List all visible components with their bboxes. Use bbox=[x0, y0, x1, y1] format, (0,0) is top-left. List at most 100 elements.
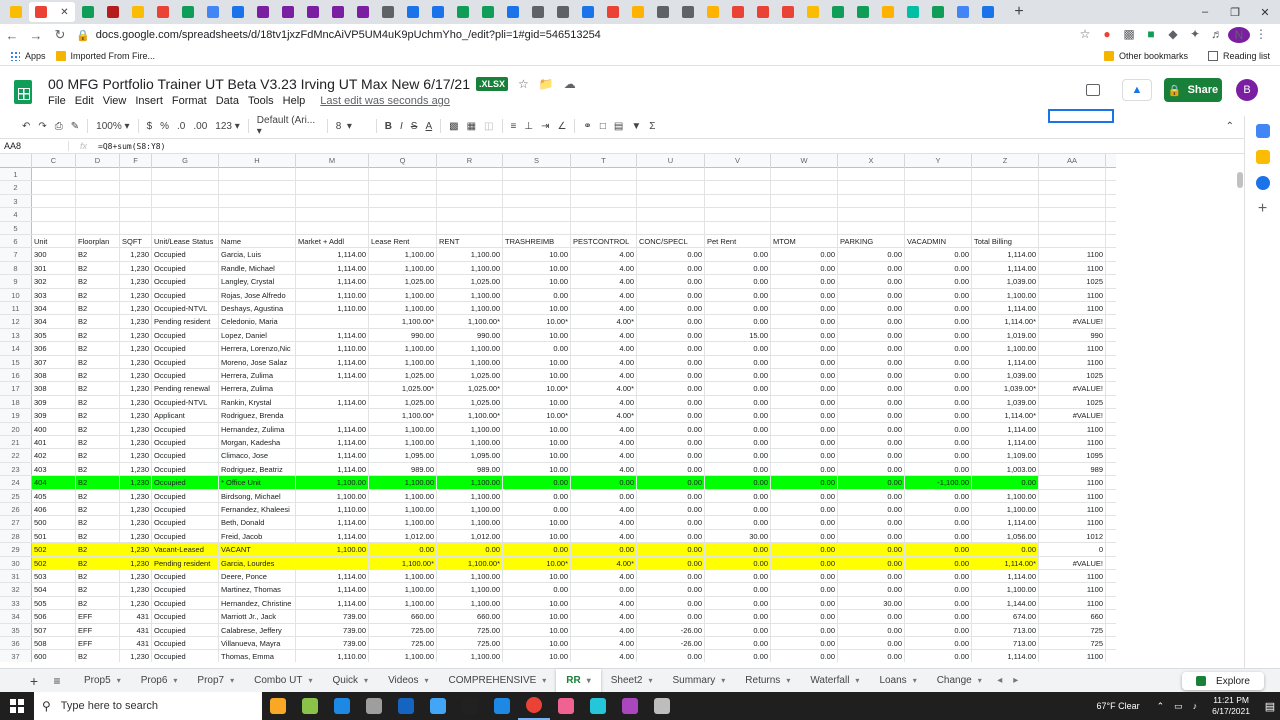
browser-tab[interactable] bbox=[101, 2, 125, 22]
cell-x30[interactable]: 0.00 bbox=[838, 556, 905, 569]
cell-d9[interactable]: B2 bbox=[76, 275, 120, 288]
cell-q4[interactable] bbox=[369, 208, 437, 221]
cell-s32[interactable]: 0.00 bbox=[503, 583, 571, 596]
cell-h9[interactable]: Langley, Crystal bbox=[219, 275, 296, 288]
cell-r36[interactable]: 725.00 bbox=[437, 637, 503, 650]
caret-down-icon[interactable]: ▾ bbox=[786, 676, 790, 685]
cell-r19[interactable]: 1,100.00* bbox=[437, 409, 503, 422]
cell-f35[interactable]: 431 bbox=[120, 623, 152, 636]
cell-aa28[interactable]: 1012 bbox=[1039, 529, 1106, 543]
cell-c3[interactable] bbox=[32, 194, 76, 208]
cell-u4[interactable] bbox=[637, 208, 705, 221]
cell-x7[interactable]: 0.00 bbox=[838, 248, 905, 261]
cell-c18[interactable]: 309 bbox=[32, 395, 76, 409]
cell-g28[interactable]: Occupied bbox=[152, 529, 219, 543]
cell-x6[interactable]: PARKING bbox=[838, 235, 905, 248]
cell-q33[interactable]: 1,100.00 bbox=[369, 596, 437, 610]
cell-m21[interactable]: 1,114.00 bbox=[296, 436, 369, 449]
row-header[interactable]: 23 bbox=[0, 462, 32, 476]
cell-z21[interactable]: 1,114.00 bbox=[972, 436, 1039, 449]
cell-m25[interactable]: 1,100.00 bbox=[296, 489, 369, 502]
cell-y34[interactable]: 0.00 bbox=[905, 610, 972, 623]
cell-aa6[interactable] bbox=[1039, 235, 1106, 248]
cell-z31[interactable]: 1,114.00 bbox=[972, 570, 1039, 583]
cell-y1[interactable] bbox=[905, 168, 972, 181]
row-header[interactable]: 35 bbox=[0, 623, 32, 636]
vertical-scrollbar[interactable] bbox=[1236, 168, 1244, 662]
browser-tab[interactable] bbox=[501, 2, 525, 22]
cell-h23[interactable]: Rodriguez, Beatriz bbox=[219, 462, 296, 476]
cell-g2[interactable] bbox=[152, 181, 219, 194]
cell-f21[interactable]: 1,230 bbox=[120, 436, 152, 449]
font-select[interactable]: Default (Ari... ▾ bbox=[257, 115, 319, 137]
cell-d11[interactable]: B2 bbox=[76, 302, 120, 315]
add-sheet-icon[interactable]: + bbox=[22, 673, 46, 689]
url-field[interactable]: 🔒 docs.google.com/spreadsheets/d/18tv1jx… bbox=[76, 29, 1074, 42]
cell-w25[interactable]: 0.00 bbox=[771, 489, 838, 502]
row-header[interactable]: 33 bbox=[0, 596, 32, 610]
row-header[interactable]: 34 bbox=[0, 610, 32, 623]
browser-tab[interactable] bbox=[751, 2, 775, 22]
cell-h27[interactable]: Beth, Donald bbox=[219, 516, 296, 529]
cell-u22[interactable]: 0.00 bbox=[637, 449, 705, 462]
cell-q5[interactable] bbox=[369, 221, 437, 234]
filter-icon[interactable]: ▼ bbox=[631, 121, 641, 132]
sheet-tab-change[interactable]: Change ▾ bbox=[927, 669, 992, 693]
cell-y31[interactable]: 0.00 bbox=[905, 570, 972, 583]
cell-t36[interactable]: 4.00 bbox=[571, 637, 637, 650]
cell-v33[interactable]: 0.00 bbox=[705, 596, 771, 610]
sheet-tab-prop5[interactable]: Prop5 ▾ bbox=[74, 669, 131, 693]
cell-g7[interactable]: Occupied bbox=[152, 248, 219, 261]
cell-f11[interactable]: 1,230 bbox=[120, 302, 152, 315]
decrease-decimal-button[interactable]: .0 bbox=[177, 121, 185, 132]
cell-d24[interactable]: B2 bbox=[76, 476, 120, 489]
cell-z4[interactable] bbox=[972, 208, 1039, 221]
cell-aa20[interactable]: 1100 bbox=[1039, 422, 1106, 435]
cell-c6[interactable]: Unit bbox=[32, 235, 76, 248]
cell-w6[interactable]: MTOM bbox=[771, 235, 838, 248]
cell-u30[interactable]: 0.00 bbox=[637, 556, 705, 569]
cell-t13[interactable]: 4.00 bbox=[571, 328, 637, 342]
cell-w4[interactable] bbox=[771, 208, 838, 221]
cell-aa2[interactable] bbox=[1039, 181, 1106, 194]
cell-u1[interactable] bbox=[637, 168, 705, 181]
cell-g12[interactable]: Pending resident bbox=[152, 315, 219, 328]
cell-v25[interactable]: 0.00 bbox=[705, 489, 771, 502]
taskbar-app[interactable] bbox=[486, 692, 518, 720]
cell-t7[interactable]: 4.00 bbox=[571, 248, 637, 261]
cell-u3[interactable] bbox=[637, 194, 705, 208]
cell-h30[interactable]: Garcia, Lourdes bbox=[219, 556, 296, 569]
cell-h6[interactable]: Name bbox=[219, 235, 296, 248]
cell-h31[interactable]: Deere, Ponce bbox=[219, 570, 296, 583]
cell-y16[interactable]: 0.00 bbox=[905, 369, 972, 382]
cell-f32[interactable]: 1,230 bbox=[120, 583, 152, 596]
cell-v19[interactable]: 0.00 bbox=[705, 409, 771, 422]
cell-f37[interactable]: 1,230 bbox=[120, 650, 152, 662]
cell-z26[interactable]: 1,100.00 bbox=[972, 503, 1039, 516]
cell-s3[interactable] bbox=[503, 194, 571, 208]
cell-c4[interactable] bbox=[32, 208, 76, 221]
cell-c37[interactable]: 600 bbox=[32, 650, 76, 662]
cell-d16[interactable]: B2 bbox=[76, 369, 120, 382]
cell-t27[interactable]: 4.00 bbox=[571, 516, 637, 529]
cell-aa7[interactable]: 1100 bbox=[1039, 248, 1106, 261]
cell-y37[interactable]: 0.00 bbox=[905, 650, 972, 662]
cell-c12[interactable]: 304 bbox=[32, 315, 76, 328]
cell-z5[interactable] bbox=[972, 221, 1039, 234]
cell-x13[interactable]: 0.00 bbox=[838, 328, 905, 342]
cell-v10[interactable]: 0.00 bbox=[705, 288, 771, 301]
cell-r32[interactable]: 1,100.00 bbox=[437, 583, 503, 596]
cell-m15[interactable]: 1,114.00 bbox=[296, 355, 369, 368]
cell-s17[interactable]: 10.00* bbox=[503, 382, 571, 395]
cell-v24[interactable]: 0.00 bbox=[705, 476, 771, 489]
cell-m11[interactable]: 1,110.00 bbox=[296, 302, 369, 315]
cell-z17[interactable]: 1,039.00* bbox=[972, 382, 1039, 395]
cell-s31[interactable]: 10.00 bbox=[503, 570, 571, 583]
cell-v28[interactable]: 30.00 bbox=[705, 529, 771, 543]
cell-g30[interactable]: Pending resident bbox=[152, 556, 219, 569]
cell-w13[interactable]: 0.00 bbox=[771, 328, 838, 342]
cell-c23[interactable]: 403 bbox=[32, 462, 76, 476]
share-button[interactable]: 🔒 Share bbox=[1164, 78, 1222, 102]
cell-h17[interactable]: Herrera, Zulima bbox=[219, 382, 296, 395]
cell-x21[interactable]: 0.00 bbox=[838, 436, 905, 449]
